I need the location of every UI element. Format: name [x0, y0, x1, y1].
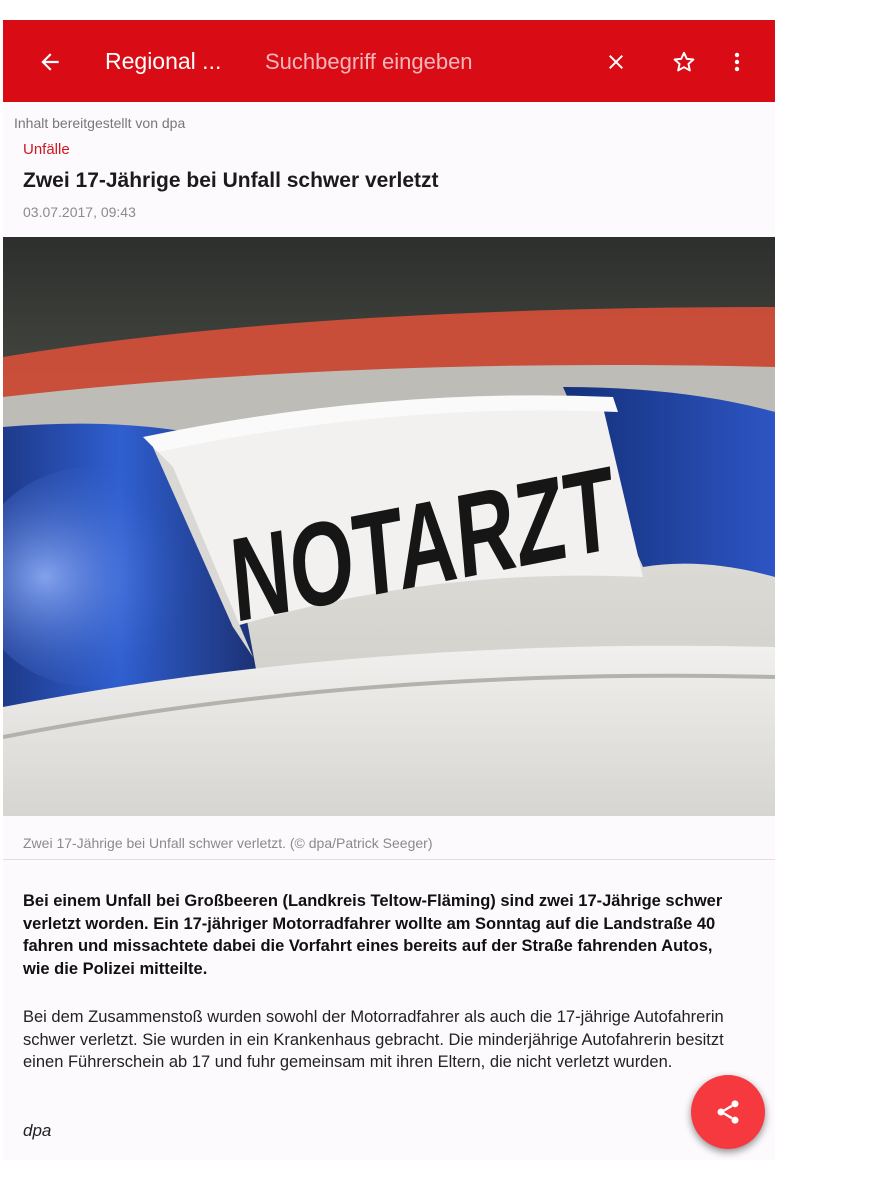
clear-search-button[interactable]: [581, 30, 651, 94]
close-icon: [609, 55, 623, 69]
article-date: 03.07.2017, 09:43: [23, 204, 136, 220]
ambulance-roof-light-image: NOTARZT: [3, 237, 775, 816]
screen: Regional ... Inhalt bereitgestellt von d…: [3, 20, 775, 1160]
toolbar-title: Regional ...: [105, 48, 222, 74]
overflow-menu-button[interactable]: [715, 30, 759, 94]
content-provider-note: Inhalt bereitgestellt von dpa: [14, 115, 186, 131]
article-body-paragraph: Bei dem Zusammenstoß wurden sowohl der M…: [23, 1008, 724, 1071]
caption-divider: [3, 859, 775, 860]
article-photo[interactable]: NOTARZT: [3, 237, 775, 816]
share-button[interactable]: [691, 1075, 765, 1149]
more-vert-icon: [734, 52, 740, 72]
search-field-container: [248, 37, 556, 87]
favorite-button[interactable]: [649, 30, 719, 94]
article-headline: Zwei 17-Jährige bei Unfall schwer verlet…: [23, 169, 439, 192]
star-outline-icon: [673, 51, 695, 72]
app-toolbar: Regional ...: [3, 20, 775, 102]
share-icon: [717, 1100, 739, 1124]
photo-caption: Zwei 17-Jährige bei Unfall schwer verlet…: [23, 835, 433, 851]
article-lead-paragraph: Bei einem Unfall bei Großbeeren (Landkre…: [23, 892, 723, 978]
search-input[interactable]: [263, 48, 556, 76]
arrow-left-icon: [41, 53, 59, 71]
article-author: dpa: [23, 1121, 52, 1140]
back-button[interactable]: [15, 30, 85, 94]
article-category[interactable]: Unfälle: [23, 141, 70, 158]
